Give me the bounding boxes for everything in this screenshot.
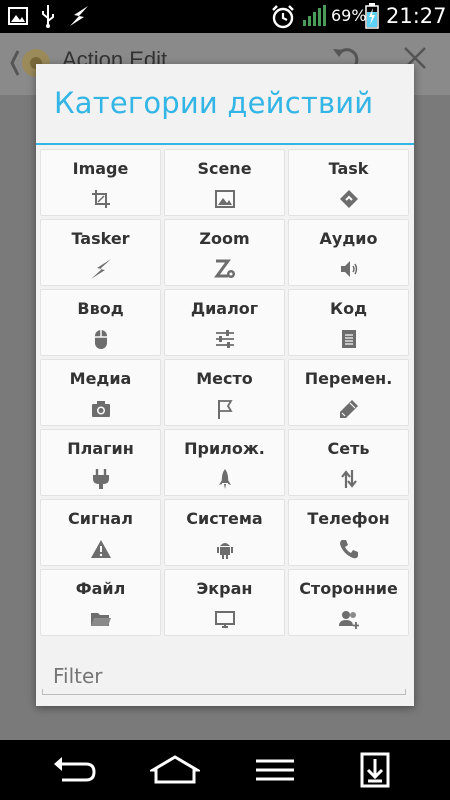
category-label: Код <box>330 299 367 318</box>
category-third-party[interactable]: Сторонние <box>288 569 409 636</box>
category-label: Scene <box>197 159 252 178</box>
category-label: Прилож. <box>184 439 265 458</box>
bolt-icon <box>90 258 112 280</box>
alarm-icon <box>270 4 296 34</box>
tasker-bolt-icon <box>68 5 90 31</box>
category-system[interactable]: Система <box>164 499 285 566</box>
filter-input[interactable] <box>42 657 406 695</box>
filter-field[interactable] <box>42 657 406 697</box>
category-tasker[interactable]: Tasker <box>40 219 161 286</box>
category-label: Ввод <box>77 299 124 318</box>
pencil-icon <box>338 398 360 420</box>
category-label: Сеть <box>327 439 370 458</box>
category-zoom[interactable]: Zoom <box>164 219 285 286</box>
category-file[interactable]: Файл <box>40 569 161 636</box>
category-label: Экран <box>196 579 253 598</box>
menu-icon[interactable] <box>250 752 300 788</box>
home-icon[interactable] <box>150 752 200 788</box>
filter-underline <box>42 694 406 695</box>
group-add-icon <box>338 608 360 630</box>
speaker-icon <box>338 258 360 280</box>
category-audio[interactable]: Аудио <box>288 219 409 286</box>
battery-percent: 69% <box>331 6 367 25</box>
signal-icon <box>302 5 326 31</box>
status-bar: 69% 21:27 <box>0 0 450 33</box>
download-icon[interactable] <box>350 752 400 788</box>
category-phone[interactable]: Телефон <box>288 499 409 566</box>
monitor-icon <box>214 608 236 630</box>
category-label: Медиа <box>69 369 132 388</box>
category-alert[interactable]: Сигнал <box>40 499 161 566</box>
sliders-icon <box>214 328 236 350</box>
phone-icon <box>338 538 360 560</box>
category-label: Сторонние <box>299 579 398 598</box>
mouse-icon <box>90 328 112 350</box>
category-variables[interactable]: Перемен. <box>288 359 409 426</box>
back-icon[interactable] <box>50 752 100 788</box>
category-label: Место <box>196 369 253 388</box>
category-code[interactable]: Код <box>288 289 409 356</box>
title-divider <box>36 143 414 145</box>
category-label: Image <box>72 159 129 178</box>
navigation-bar <box>0 740 450 800</box>
battery-charging-icon <box>365 3 379 33</box>
category-label: Аудио <box>319 229 378 248</box>
category-label: Zoom <box>199 229 250 248</box>
category-network[interactable]: Сеть <box>288 429 409 496</box>
category-label: Диалог <box>190 299 259 318</box>
rocket-icon <box>214 468 236 490</box>
category-input[interactable]: Ввод <box>40 289 161 356</box>
category-app[interactable]: Прилож. <box>164 429 285 496</box>
task-diamond-icon <box>338 188 360 210</box>
plug-icon <box>90 468 112 490</box>
category-label: Task <box>328 159 369 178</box>
category-display[interactable]: Экран <box>164 569 285 636</box>
crop-icon <box>90 188 112 210</box>
filter-underline-right-tick <box>405 689 406 695</box>
category-image[interactable]: Image <box>40 149 161 216</box>
category-dialog[interactable]: Диалог <box>164 289 285 356</box>
category-task[interactable]: Task <box>288 149 409 216</box>
category-label: Файл <box>75 579 126 598</box>
folder-icon <box>90 608 112 630</box>
picture-icon <box>214 188 236 210</box>
warning-icon <box>90 538 112 560</box>
category-label: Перемен. <box>304 369 393 388</box>
category-location[interactable]: Место <box>164 359 285 426</box>
clock: 21:27 <box>386 4 447 28</box>
arrows-updown-icon <box>338 468 360 490</box>
zoom-gear-icon <box>213 258 236 280</box>
category-label: Телефон <box>307 509 390 528</box>
category-scene[interactable]: Scene <box>164 149 285 216</box>
image-icon <box>8 6 28 30</box>
android-icon <box>214 538 236 560</box>
action-categories-dialog: Категории действий Image Scene Task Task… <box>36 64 414 706</box>
camera-icon <box>90 398 112 420</box>
category-label: Плагин <box>67 439 134 458</box>
document-icon <box>338 328 360 350</box>
flag-icon <box>214 398 236 420</box>
category-plugin[interactable]: Плагин <box>40 429 161 496</box>
category-label: Сигнал <box>68 509 133 528</box>
usb-icon <box>40 4 56 32</box>
category-label: Tasker <box>71 229 130 248</box>
category-label: Система <box>186 509 263 528</box>
category-media[interactable]: Медиа <box>40 359 161 426</box>
filter-underline-left-tick <box>42 689 43 695</box>
dialog-title: Категории действий <box>54 86 374 120</box>
